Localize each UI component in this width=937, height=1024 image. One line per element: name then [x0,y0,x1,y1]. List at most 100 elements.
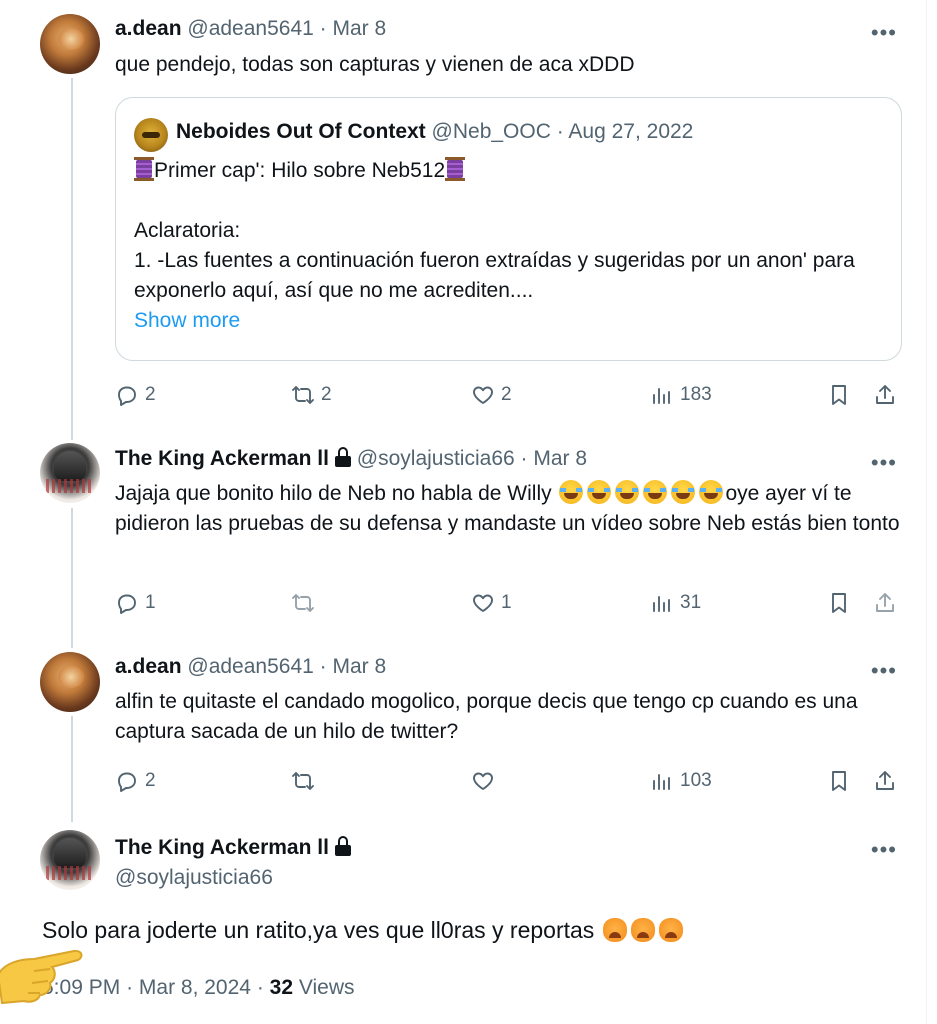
pointing-hand-emoji [0,949,83,1005]
tweet-actions: 1 1 31 [115,588,905,618]
quote-line: Primer cap': Hilo sobre Neb512 [134,156,894,186]
retweet-button[interactable]: 2 [291,380,332,410]
lock-icon [334,836,351,856]
display-name[interactable]: a.dean [115,655,182,678]
tweet-header: a.dean @adean5641 · Mar 8 [115,655,386,679]
retweet-button[interactable] [291,766,315,796]
retweet-icon [292,772,314,790]
quote-text: Primer cap': Hilo sobre Neb512 Aclarator… [134,156,894,336]
share-icon [876,593,894,612]
handle[interactable]: @adean5641 [187,655,313,678]
bookmark-button[interactable] [827,588,851,618]
views-button[interactable]: 31 [650,588,701,618]
handle[interactable]: @adean5641 [187,17,313,40]
crying-emoji [602,918,627,942]
like-icon [473,772,493,790]
laughing-emoji [671,480,696,504]
tweet-text: Jajaja que bonito hilo de Neb no habla d… [115,480,900,535]
views-button[interactable]: 183 [650,380,712,410]
avatar[interactable] [40,443,100,503]
quoted-tweet[interactable]: Neboides Out Of Context @Neb_OOC · Aug 2… [115,97,902,361]
share-icon [876,771,894,790]
reply-icon [118,386,136,406]
timestamp[interactable]: Aug 27, 2022 [568,120,693,143]
views-label: Views [298,976,355,999]
views-button[interactable]: 103 [650,766,712,796]
retweet-button[interactable] [291,588,315,618]
thread-line [71,716,73,822]
post-date[interactable]: Mar 8, 2024 [139,976,251,999]
reply-icon [118,594,136,614]
display-name[interactable]: a.dean [115,17,182,40]
like-button[interactable]: 1 [471,588,512,618]
display-name[interactable]: The King Ackerman ll [115,836,329,859]
show-more-link[interactable]: Show more [134,306,894,336]
timestamp[interactable]: Mar 8 [533,447,587,470]
handle[interactable]: @soylajusticia66 [115,863,351,893]
spool-emoji [445,157,466,181]
quote-line: 1. -Las fuentes a continuación fueron ex… [134,249,855,302]
separator: · [319,655,327,678]
separator: · [556,120,564,143]
retweet-icon [292,594,314,612]
reply-button[interactable]: 2 [115,380,156,410]
views-icon [653,388,670,404]
reply-button[interactable]: 1 [115,588,156,618]
handle[interactable]: @Neb_OOC [432,120,551,143]
thread-line [71,508,73,648]
reply-count: 2 [145,770,156,791]
quote-line: Aclaratoria: [134,219,241,242]
handle[interactable]: @soylajusticia66 [357,447,515,470]
share-button[interactable] [873,766,897,796]
views-icon [653,596,670,612]
more-options-icon[interactable]: ••• [871,660,897,682]
main-tweet-header: The King Ackerman ll @soylajusticia66 [115,833,351,893]
laughing-emoji [559,480,584,504]
share-button[interactable] [873,380,897,410]
bookmark-button[interactable] [827,380,851,410]
share-icon [876,385,894,404]
avatar[interactable] [134,118,168,152]
like-button[interactable]: 2 [471,380,512,410]
retweet-icon [292,386,314,404]
reply-count: 1 [145,592,156,613]
retweet-count: 2 [321,384,332,405]
main-tweet-text: Solo para joderte un ratito,ya ves que l… [42,914,902,946]
more-options-icon[interactable]: ••• [871,839,897,861]
bookmark-icon [832,385,846,405]
like-button[interactable] [471,766,495,796]
avatar[interactable] [40,830,100,890]
bookmark-button[interactable] [827,766,851,796]
share-button[interactable] [873,588,897,618]
crying-emoji [630,918,655,942]
timestamp[interactable]: Mar 8 [333,655,387,678]
display-name[interactable]: The King Ackerman ll [115,447,329,470]
views-count: 31 [680,592,702,613]
timestamp[interactable]: Mar 8 [333,17,387,40]
views-icon [653,774,670,790]
avatar[interactable] [40,14,100,74]
display-name[interactable]: Neboides Out Of Context [176,120,426,143]
like-icon [473,594,493,612]
separator: · [319,17,327,40]
separator: · [520,447,528,470]
tweet-header: The King Ackerman ll @soylajusticia66 · … [115,447,587,471]
spool-emoji [134,157,154,181]
tweet-actions: 2 2 2 183 [115,380,905,410]
laughing-emoji [615,480,640,504]
like-icon [473,386,493,404]
reply-icon [118,772,136,792]
more-options-icon[interactable]: ••• [871,452,897,474]
separator: · [126,976,134,999]
bookmark-icon [832,593,846,613]
tweet-actions: 2 103 [115,766,905,796]
tweet-header: a.dean @adean5641 · Mar 8 [115,17,386,41]
quote-header: Neboides Out Of Context @Neb_OOC · Aug 2… [176,120,693,144]
avatar[interactable] [40,652,100,712]
more-options-icon[interactable]: ••• [871,22,897,44]
reply-button[interactable]: 2 [115,766,156,796]
crying-emoji [658,918,683,942]
views-count: 183 [680,384,712,405]
timeline-border [926,0,927,1024]
thread-line [71,78,73,440]
